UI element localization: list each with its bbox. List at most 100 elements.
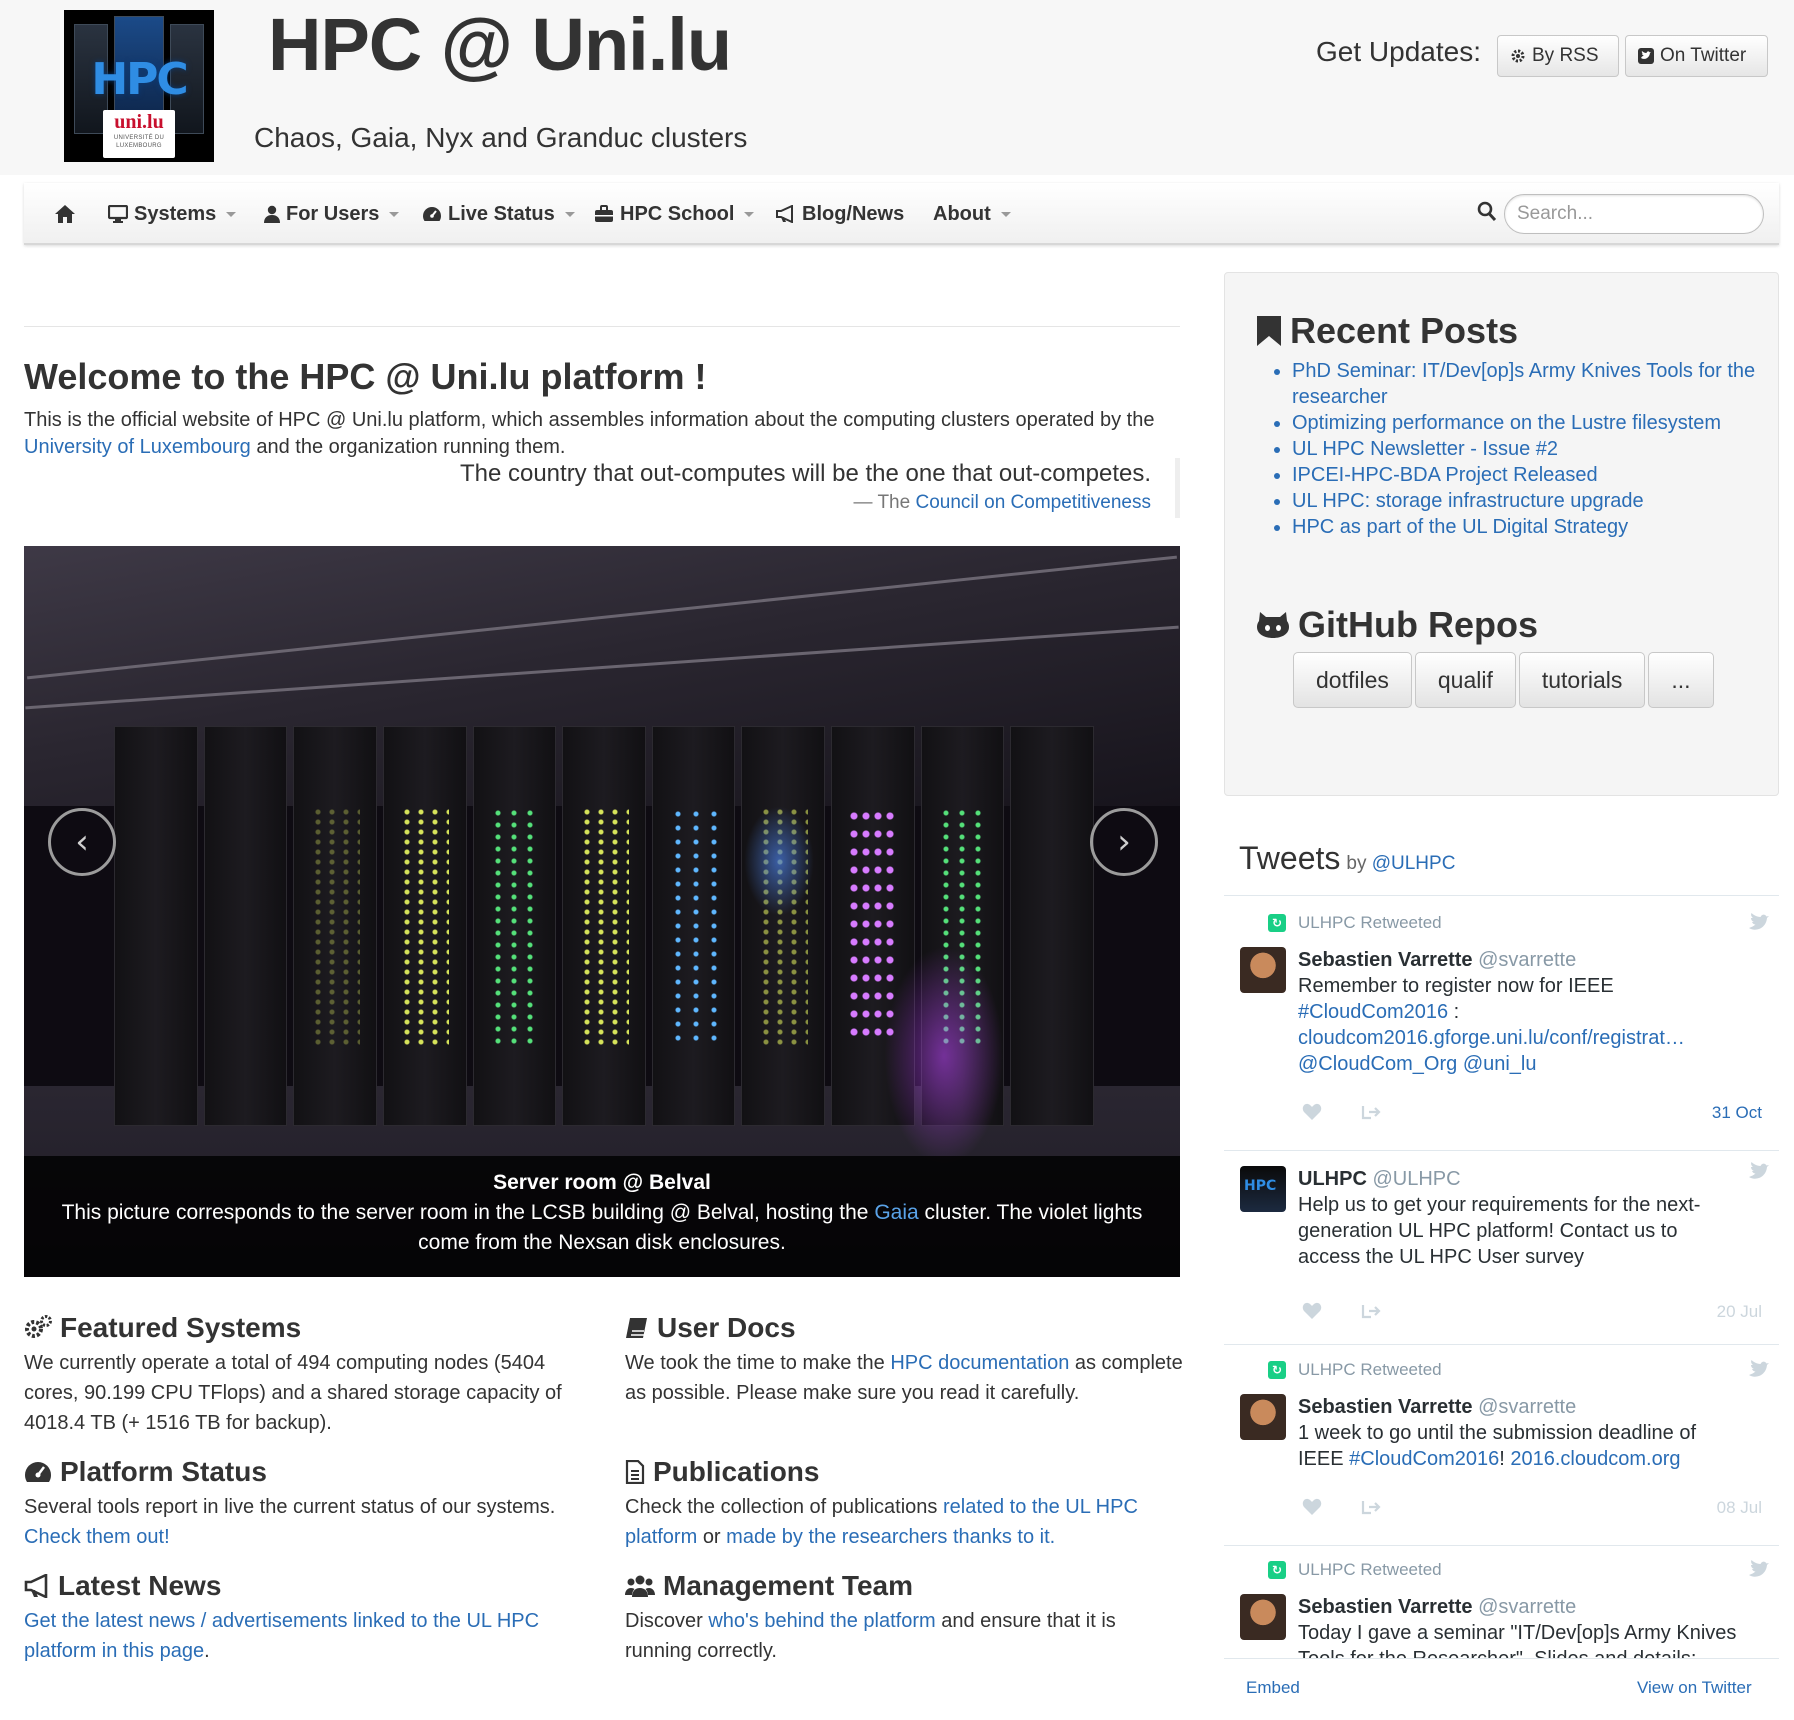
carousel-next-button[interactable]: ›: [1090, 808, 1158, 876]
gaia-link[interactable]: Gaia: [874, 1201, 918, 1224]
tweet-author-name[interactable]: Sebastien Varrette: [1298, 1596, 1473, 1618]
tweet[interactable]: ULHPC @ULHPC Help us to get your require…: [1240, 1162, 1770, 1332]
heart-icon[interactable]: [1302, 1302, 1322, 1320]
nav-hpc-school[interactable]: HPC School: [594, 183, 755, 245]
view-on-twitter-link[interactable]: View on Twitter: [1637, 1678, 1752, 1698]
dashboard-icon: [25, 1462, 51, 1482]
embed-link[interactable]: Embed: [1246, 1678, 1300, 1698]
latest-news-link[interactable]: Get the latest news / advertisements lin…: [24, 1610, 539, 1662]
caption-title: Server room @ Belval: [493, 1171, 711, 1194]
share-icon[interactable]: [1360, 1498, 1382, 1516]
tweet-author-handle[interactable]: @svarrette: [1478, 1396, 1576, 1418]
tweet-hashtag-link[interactable]: #CloudCom2016: [1298, 1001, 1448, 1023]
check-status-link[interactable]: Check them out!: [24, 1526, 170, 1548]
heart-icon[interactable]: [1302, 1103, 1322, 1121]
nav-systems[interactable]: Systems: [108, 183, 237, 245]
twitter-bird-icon[interactable]: [1748, 1360, 1770, 1378]
hpc-documentation-link[interactable]: HPC documentation: [890, 1352, 1069, 1374]
rss-button[interactable]: By RSS: [1497, 35, 1619, 77]
retweet-label: ULHPC Retweeted: [1298, 1360, 1442, 1379]
rack-leds: [310, 806, 360, 1046]
chevron-down-icon: [564, 211, 575, 217]
avatar[interactable]: [1240, 947, 1286, 993]
carousel-prev-button[interactable]: ‹: [48, 808, 116, 876]
tweets-by-label: by: [1346, 853, 1367, 874]
nav-live-status-label: Live Status: [448, 202, 555, 225]
twitter-bird-icon[interactable]: [1748, 1162, 1770, 1180]
twitter-button[interactable]: On Twitter: [1625, 35, 1768, 77]
retweet-indicator: ↻ ULHPC Retweeted: [1268, 913, 1442, 933]
nav-home[interactable]: [54, 183, 76, 245]
tweet-url-link[interactable]: 2016.cloudcom.org: [1510, 1448, 1680, 1470]
management-team-pre: Discover: [625, 1610, 703, 1632]
tweet-text-mid: !: [1499, 1448, 1505, 1470]
tweet-author-handle[interactable]: @ULHPC: [1372, 1168, 1460, 1190]
latest-news-heading: Latest News: [24, 1568, 584, 1604]
site-title[interactable]: HPC @ Uni.lu: [268, 2, 732, 87]
recent-post-item[interactable]: IPCEI-HPC-BDA Project Released: [1292, 462, 1760, 488]
nav-systems-label: Systems: [134, 202, 217, 225]
tweet-author-handle[interactable]: @svarrette: [1478, 1596, 1576, 1618]
council-link[interactable]: Council on Competitiveness: [915, 492, 1151, 513]
tweet[interactable]: ↻ ULHPC Retweeted Sebastien Varrette @sva…: [1240, 1360, 1770, 1530]
repo-button-dotfiles[interactable]: dotfiles: [1293, 652, 1412, 708]
tweet-mention-link[interactable]: @CloudCom_Org: [1298, 1053, 1457, 1075]
twitter-bird-icon[interactable]: [1748, 1560, 1770, 1578]
university-link[interactable]: University of Luxembourg: [24, 436, 251, 458]
search-icon[interactable]: [1477, 201, 1497, 223]
carousel-caption: Server room @ Belval This picture corres…: [24, 1156, 1180, 1277]
tweet-date[interactable]: 08 Jul: [1717, 1498, 1762, 1518]
avatar[interactable]: [1240, 1594, 1286, 1640]
repo-button-more[interactable]: ...: [1648, 652, 1714, 708]
timeline-divider: [1224, 1658, 1779, 1659]
tweets-by-handle[interactable]: @ULHPC: [1372, 853, 1456, 874]
tweet[interactable]: ↻ ULHPC Retweeted Sebastien Varrette @sva…: [1240, 913, 1770, 1143]
heart-icon[interactable]: [1302, 1498, 1322, 1516]
page-title: Welcome to the HPC @ Uni.lu platform !: [24, 356, 707, 397]
researcher-publications-link[interactable]: made by the researchers thanks to it.: [726, 1526, 1055, 1548]
tweet[interactable]: ↻ ULHPC Retweeted Sebastien Varrette @sva…: [1240, 1560, 1770, 1658]
rack-leds: [579, 806, 629, 1046]
image-carousel[interactable]: ‹ › Server room @ Belval This picture co…: [24, 546, 1180, 1277]
recent-post-item[interactable]: UL HPC Newsletter - Issue #2: [1292, 436, 1760, 462]
avatar[interactable]: [1240, 1394, 1286, 1440]
recent-post-item[interactable]: HPC as part of the UL Digital Strategy: [1292, 514, 1760, 540]
tweet-mention-link[interactable]: @uni_lu: [1463, 1053, 1537, 1075]
divider: [24, 326, 1180, 327]
tweet-author-name[interactable]: Sebastien Varrette: [1298, 1396, 1473, 1418]
tweet-author-name[interactable]: ULHPC: [1298, 1168, 1367, 1190]
repo-button-qualif[interactable]: qualif: [1414, 652, 1516, 708]
latest-news-post: .: [204, 1640, 210, 1662]
twitter-bird-icon[interactable]: [1748, 913, 1770, 931]
tweet-url-link[interactable]: cloudcom2016.gforge.uni.lu/conf/registra…: [1298, 1027, 1685, 1049]
chevron-right-icon: ›: [1117, 822, 1131, 862]
recent-post-item[interactable]: PhD Seminar: IT/Dev[op]s Army Knives Too…: [1292, 358, 1760, 410]
nav-about[interactable]: About: [933, 183, 1011, 245]
team-link[interactable]: who's behind the platform: [708, 1610, 935, 1632]
repo-button-tutorials[interactable]: tutorials: [1518, 652, 1646, 708]
tweet-author-handle[interactable]: @svarrette: [1478, 949, 1576, 971]
recent-post-item[interactable]: UL HPC: storage infrastructure upgrade: [1292, 488, 1760, 514]
latest-news-text: Get the latest news / advertisements lin…: [24, 1606, 584, 1666]
nav-blog-news[interactable]: Blog/News: [776, 183, 904, 245]
recent-post-item[interactable]: Optimizing performance on the Lustre fil…: [1292, 410, 1760, 436]
avatar[interactable]: [1240, 1166, 1286, 1212]
publications-block: Publications Check the collection of pub…: [625, 1454, 1185, 1552]
share-icon[interactable]: [1360, 1302, 1382, 1320]
nav-blog-news-label: Blog/News: [802, 202, 905, 225]
tweet-date[interactable]: 31 Oct: [1712, 1103, 1762, 1123]
share-icon[interactable]: [1360, 1103, 1382, 1121]
tweet-actions: [1302, 1498, 1382, 1516]
retweet-label: ULHPC Retweeted: [1298, 913, 1442, 932]
search-input[interactable]: [1504, 194, 1764, 234]
nav-live-status[interactable]: Live Status: [422, 183, 575, 245]
tweet-text: Help us to get your requirements for the…: [1298, 1194, 1701, 1268]
blue-light-glow: [744, 806, 814, 916]
tweet-date[interactable]: 20 Jul: [1717, 1302, 1762, 1322]
tweet-hashtag-link[interactable]: #CloudCom2016: [1349, 1448, 1499, 1470]
tweet-author-name[interactable]: Sebastien Varrette: [1298, 949, 1473, 971]
hpc-logo[interactable]: HPC uni.lu UNIVERSITÉ DU LUXEMBOURG: [64, 10, 214, 162]
nav-for-users[interactable]: For Users: [264, 183, 400, 245]
user-docs-pre: We took the time to make the: [625, 1352, 885, 1374]
intro-text: This is the official website of HPC @ Un…: [24, 409, 1155, 431]
